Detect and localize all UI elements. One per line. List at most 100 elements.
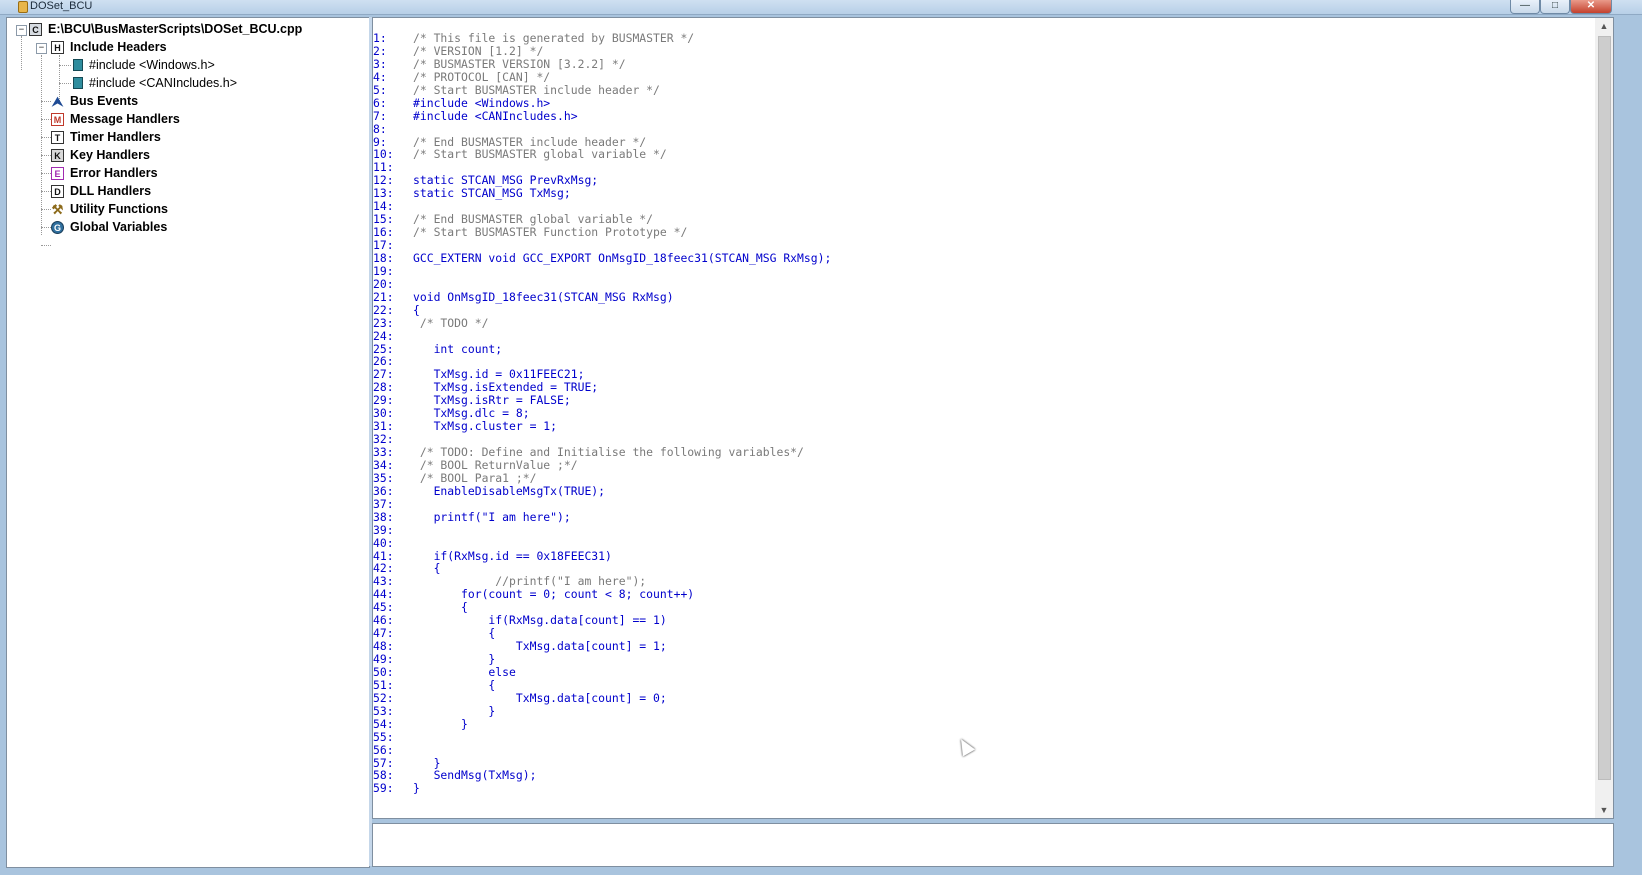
code-line[interactable]: 13: static STCAN_MSG TxMsg;: [373, 187, 1591, 200]
code-line[interactable]: 44: for(count = 0; count < 8; count++): [373, 588, 1591, 601]
code-line[interactable]: 38: printf("I am here");: [373, 509, 1591, 524]
line-number: 50:: [373, 664, 394, 679]
code-line[interactable]: 35: /* BOOL Para1 ;*/: [373, 470, 1591, 485]
code-text: TxMsg.cluster = 1;: [413, 419, 558, 434]
code-text: else: [413, 664, 516, 679]
scrollbar-thumb[interactable]: [1598, 36, 1611, 780]
code-line[interactable]: 57: }: [373, 756, 1591, 770]
code-text: #include <CANIncludes.h>: [413, 108, 578, 123]
line-number: 34:: [373, 457, 394, 472]
tree-item-include-headers[interactable]: H Include Headers: [51, 38, 167, 56]
line-number: 5:: [373, 82, 387, 97]
code-line[interactable]: 24:: [373, 329, 1591, 343]
code-line[interactable]: 40:: [373, 536, 1591, 550]
global-variables-label: Global Variables: [70, 220, 168, 234]
code-line[interactable]: 20:: [373, 277, 1591, 291]
error-handler-icon: E: [51, 166, 64, 180]
bus-events-icon: ⮝: [51, 93, 64, 109]
code-line[interactable]: 41: if(RxMsg.id == 0x18FEEC31): [373, 549, 1591, 563]
scroll-down-arrow-icon[interactable]: ▼: [1595, 802, 1613, 818]
code-line[interactable]: 54: }: [373, 716, 1591, 731]
scroll-up-arrow-icon[interactable]: ▲: [1595, 18, 1613, 34]
utility-functions-label: Utility Functions: [70, 202, 168, 216]
tree-item-include-windows[interactable]: #include <Windows.h>: [73, 56, 215, 74]
output-pane[interactable]: [372, 823, 1614, 867]
tree-item-bus-events[interactable]: ⮝ Bus Events: [51, 92, 138, 110]
tree-item-timer-handlers[interactable]: T Timer Handlers: [51, 128, 161, 146]
close-button[interactable]: ✕: [1570, 0, 1612, 14]
code-line[interactable]: 58: SendMsg(TxMsg);: [373, 769, 1591, 782]
code-line[interactable]: 16:/* Start BUSMASTER Function Prototype…: [373, 226, 1591, 239]
line-number: 38:: [373, 509, 394, 524]
code-line[interactable]: 37:: [373, 497, 1591, 511]
code-line[interactable]: 5: /* Start BUSMASTER include header */: [373, 82, 1591, 97]
include-headers-collapse-toggle[interactable]: −: [36, 43, 47, 54]
code-line[interactable]: 53: }: [373, 704, 1591, 718]
code-line[interactable]: 2: /* VERSION [1.2] */: [373, 43, 1591, 58]
dll-handlers-label: DLL Handlers: [70, 184, 152, 198]
code-line[interactable]: 59:}: [373, 782, 1591, 795]
code-line[interactable]: 21: void OnMsgID_18feec31(STCAN_MSG RxMsg…: [373, 290, 1591, 304]
tree-item-message-handlers[interactable]: M Message Handlers: [51, 110, 180, 128]
tree-item-include-canincludes[interactable]: #include <CANIncludes.h>: [73, 74, 237, 92]
tree-item-dll-handlers[interactable]: D DLL Handlers: [51, 182, 151, 200]
line-number: 36:: [373, 483, 394, 498]
include-headers-label: Include Headers: [70, 40, 167, 54]
code-text: EnableDisableMsgTx(TRUE);: [413, 483, 606, 498]
code-line[interactable]: 33: /* TODO: Define and Initialise the f…: [373, 446, 1591, 459]
code-line[interactable]: 6: #include <Windows.h>: [373, 96, 1591, 110]
code-line[interactable]: 50: else: [373, 664, 1591, 679]
code-line[interactable]: 46: if(RxMsg.data[count] == 1): [373, 614, 1591, 627]
code-line[interactable]: 7: #include <CANIncludes.h>: [373, 108, 1591, 123]
code-line[interactable]: 34: /* BOOL ReturnValue ;*/: [373, 457, 1591, 472]
maximize-button[interactable]: □: [1540, 0, 1570, 14]
code-line[interactable]: 49: }: [373, 653, 1591, 666]
code-comment: /* Start BUSMASTER Function Prototype */: [413, 225, 688, 240]
tree-item-utility-functions[interactable]: ⚒ Utility Functions: [51, 200, 168, 218]
tree-item-global-variables[interactable]: G Global Variables: [51, 218, 167, 236]
code-line[interactable]: 22: {: [373, 303, 1591, 317]
line-number: 2:: [373, 43, 387, 58]
line-number: 54:: [373, 716, 394, 731]
message-handler-icon: M: [51, 112, 64, 126]
tree-root-file[interactable]: C E:\BCU\BusMasterScripts\DOSet_BCU.cpp: [29, 20, 302, 38]
code-line[interactable]: 1: /* This file is generated by BUSMASTER…: [373, 32, 1591, 45]
line-number: 33:: [373, 445, 394, 459]
code-comment: /* BOOL ReturnValue ;*/: [413, 457, 578, 472]
tree-item-error-handlers[interactable]: E Error Handlers: [51, 164, 158, 182]
window-title: DOSet_BCU: [30, 0, 93, 12]
minimize-button[interactable]: —: [1510, 0, 1540, 14]
code-line[interactable]: 56:: [373, 742, 1591, 757]
code-text: SendMsg(TxMsg);: [413, 768, 537, 783]
cpp-file-icon: C: [29, 22, 42, 36]
code-line[interactable]: 29: TxMsg.isRtr = FALSE;: [373, 394, 1591, 407]
code-comment: /* This file is generated by BUSMASTER *…: [413, 32, 695, 45]
code-line[interactable]: 17:: [373, 239, 1591, 252]
code-line[interactable]: 19:: [373, 263, 1591, 278]
root-collapse-toggle[interactable]: −: [16, 25, 27, 36]
code-line[interactable]: 4: /* PROTOCOL [CAN] */: [373, 70, 1591, 84]
code-line[interactable]: 25: int count;: [373, 342, 1591, 356]
code-editor-pane[interactable]: 1: /* This file is generated by BUSMASTER…: [372, 17, 1614, 819]
code-line[interactable]: 48: TxMsg.data[count] = 1;: [373, 640, 1591, 653]
code-line[interactable]: 52: TxMsg.data[count] = 0;: [373, 691, 1591, 705]
code-line[interactable]: 39:: [373, 523, 1591, 537]
code-line[interactable]: 10:/* Start BUSMASTER global variable */: [373, 148, 1591, 161]
code-line[interactable]: 36: EnableDisableMsgTx(TRUE);: [373, 483, 1591, 498]
code-view[interactable]: 1: /* This file is generated by BUSMASTER…: [373, 32, 1591, 817]
code-line[interactable]: 23: /* TODO */: [373, 316, 1591, 330]
include-header-icon: H: [51, 40, 64, 54]
vertical-scrollbar[interactable]: ▲ ▼: [1595, 18, 1613, 818]
line-number: 19:: [373, 263, 394, 278]
code-line[interactable]: 3: /* BUSMASTER VERSION [3.2.2] */: [373, 57, 1591, 71]
code-comment: /* BOOL Para1 ;*/: [413, 470, 537, 485]
timer-handlers-label: Timer Handlers: [70, 130, 161, 144]
code-line[interactable]: 55:: [373, 730, 1591, 744]
code-line[interactable]: 31: TxMsg.cluster = 1;: [373, 420, 1591, 433]
code-line[interactable]: 18: GCC_EXTERN void GCC_EXPORT OnMsgID_18…: [373, 251, 1591, 265]
line-number: 56:: [373, 742, 394, 757]
tree-item-key-handlers[interactable]: K Key Handlers: [51, 146, 150, 164]
app-icon: [18, 1, 28, 13]
code-line[interactable]: 51: {: [373, 678, 1591, 692]
code-line[interactable]: 8:: [373, 122, 1591, 136]
